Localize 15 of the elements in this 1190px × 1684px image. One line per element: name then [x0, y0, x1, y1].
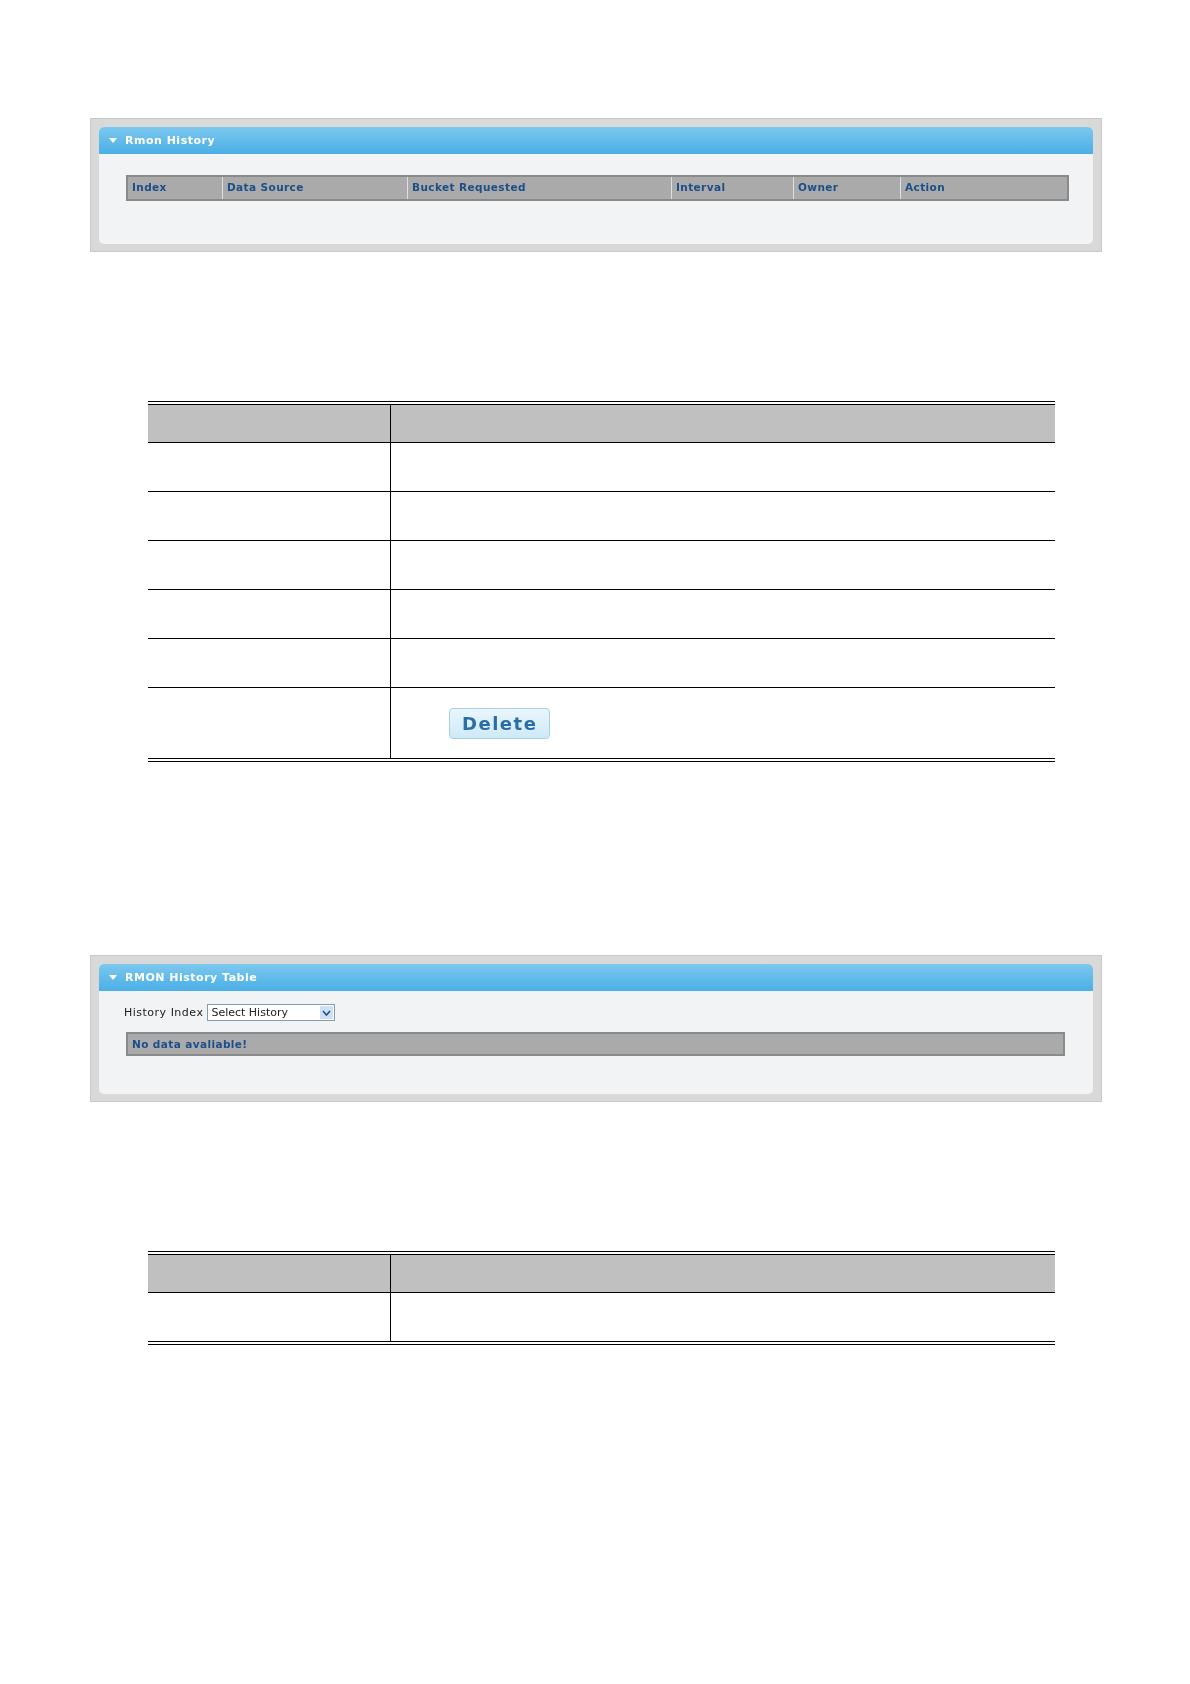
status-message: No data avaliable! — [126, 1032, 1065, 1056]
column-header: Data Source — [223, 177, 408, 199]
caret-icon[interactable] — [109, 975, 117, 980]
history-index-select[interactable]: Select History — [207, 1004, 336, 1021]
column-header: Bucket Requested — [408, 177, 672, 199]
delete-button[interactable]: Delete — [449, 707, 551, 739]
dropdown-arrow-icon[interactable] — [320, 1006, 334, 1019]
column-header: Owner — [794, 177, 901, 199]
caret-icon[interactable] — [109, 138, 117, 143]
panel-title: Rmon History — [125, 134, 216, 147]
column-header: Index — [128, 177, 223, 199]
field-label: History Index — [124, 1006, 204, 1019]
column-header: Interval — [672, 177, 794, 199]
column-header: Action — [904, 180, 947, 195]
panel-title: RMON History Table — [125, 971, 258, 984]
